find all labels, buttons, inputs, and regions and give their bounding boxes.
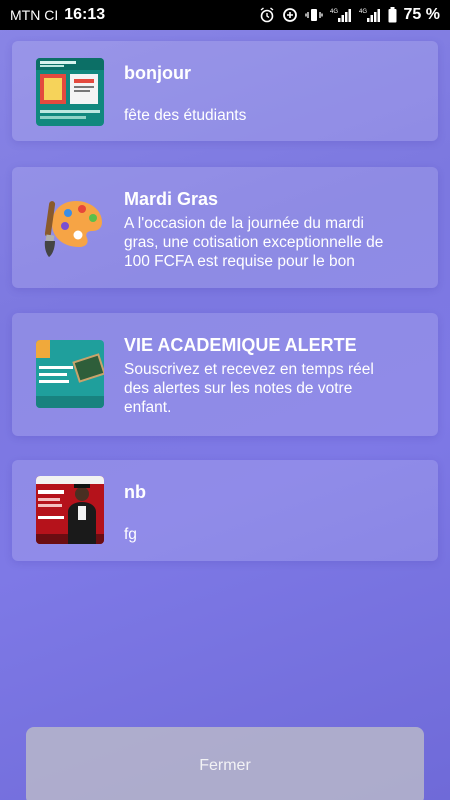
academic-banner-image bbox=[36, 340, 104, 408]
status-left: MTN CI 16:13 bbox=[10, 6, 105, 24]
battery-percent: 75 % bbox=[403, 6, 440, 23]
data-saver-icon bbox=[282, 7, 298, 23]
status-time: 16:13 bbox=[64, 6, 106, 23]
graduation-flyer-image bbox=[36, 476, 104, 544]
carrier-name: MTN CI bbox=[10, 7, 59, 23]
vibrate-icon bbox=[304, 7, 323, 23]
close-button[interactable]: Fermer bbox=[26, 727, 424, 800]
signal-strength-icon-1: 4G bbox=[330, 7, 352, 23]
notification-card[interactable]: bonjour fête des étudiants bbox=[12, 41, 438, 141]
notification-title: VIE ACADEMIQUE ALERTE bbox=[124, 335, 357, 355]
notification-card[interactable]: nb fg bbox=[12, 460, 438, 561]
notification-description: A l'occasion de la journée du mardi gras… bbox=[124, 215, 384, 270]
battery-icon bbox=[388, 7, 397, 23]
flyer-thumbnail-image bbox=[36, 58, 104, 126]
status-right: 4G 4G 75 % bbox=[259, 6, 440, 24]
notification-card[interactable]: Mardi Gras A l'occasion de la journée du… bbox=[12, 167, 438, 288]
notification-title: nb bbox=[124, 482, 146, 502]
notification-title: bonjour bbox=[124, 63, 191, 83]
status-bar: MTN CI 16:13 4G 4G 75 % bbox=[0, 0, 450, 30]
network-label-1: 4G bbox=[330, 9, 338, 15]
notification-description: fg bbox=[124, 526, 137, 543]
notification-title: Mardi Gras bbox=[124, 189, 219, 209]
paint-palette-icon bbox=[36, 195, 104, 263]
network-label-2: 4G bbox=[359, 9, 367, 15]
signal-strength-icon-2: 4G bbox=[359, 7, 381, 23]
notification-card[interactable]: VIE ACADEMIQUE ALERTE Souscrivez et rece… bbox=[12, 313, 438, 436]
notification-description: Souscrivez et recevez en temps réel des … bbox=[124, 361, 374, 416]
notification-description: fête des étudiants bbox=[124, 107, 247, 124]
alarm-icon bbox=[259, 7, 275, 23]
